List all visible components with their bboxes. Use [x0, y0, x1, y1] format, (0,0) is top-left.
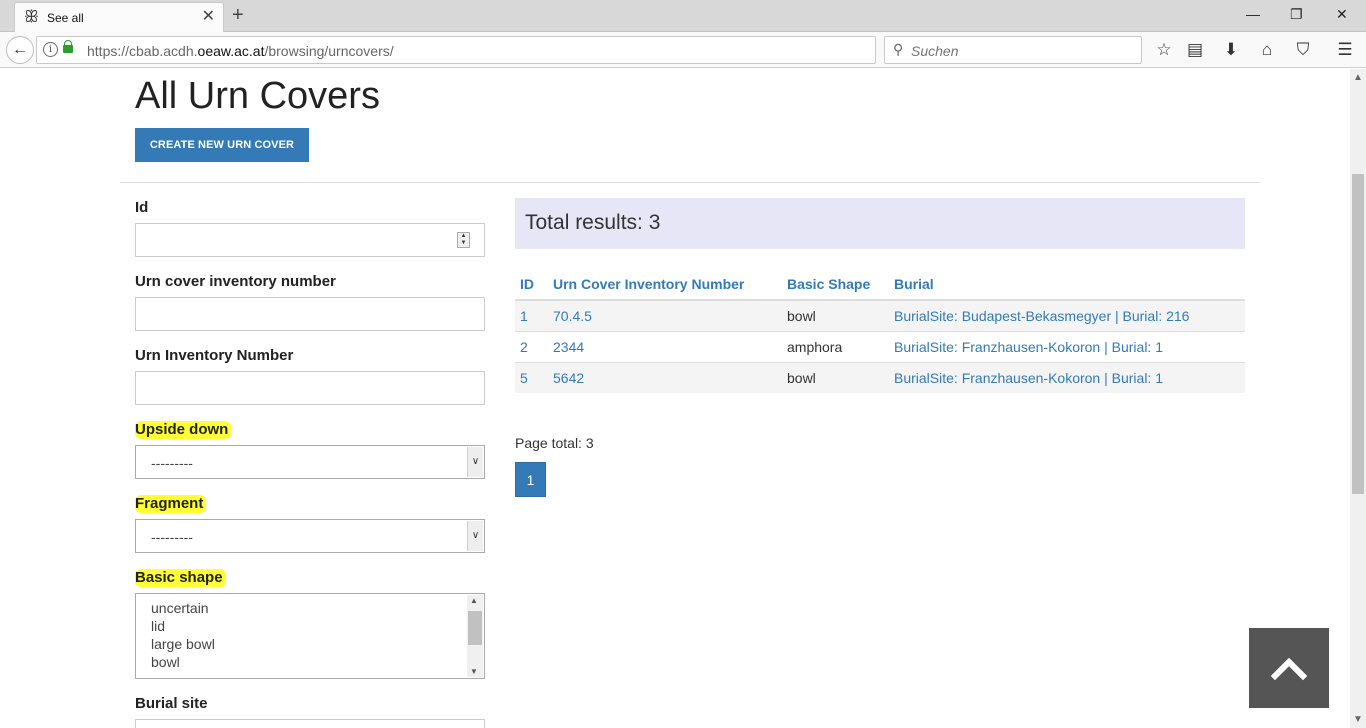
scroll-up-icon[interactable]: ▲: [1353, 72, 1363, 83]
new-tab-icon[interactable]: +: [232, 4, 244, 26]
basic-shape-option[interactable]: large bowl: [151, 636, 215, 652]
page-scroll-thumb[interactable]: [1352, 174, 1364, 494]
row-id-link[interactable]: 2: [515, 330, 548, 362]
address-bar[interactable]: i https://cbab.acdh.oeaw.ac.at/browsing/…: [36, 36, 904, 64]
upside-down-label: Upside down: [135, 421, 232, 439]
row-burial-link[interactable]: BurialSite: Franzhausen-Kokoron | Burial…: [889, 330, 1245, 362]
page-content: All Urn Covers CREATE NEW URN COVER Id ▲…: [0, 69, 1350, 728]
menu-icon[interactable]: ☰: [1333, 38, 1357, 62]
urn-inventory-label: Urn Inventory Number: [135, 347, 294, 364]
pocket-icon[interactable]: ⛉: [1291, 38, 1315, 62]
row-basic-shape: bowl: [782, 299, 889, 331]
urn-cover-inventory-input[interactable]: [135, 297, 485, 331]
urn-inventory-input[interactable]: [135, 371, 485, 405]
bookmark-star-icon[interactable]: ☆: [1152, 38, 1176, 62]
chevron-down-icon: ∨: [467, 447, 483, 477]
browser-tab[interactable]: ꕥ See all ✕: [14, 2, 224, 32]
page-scrollbar[interactable]: ▲ ▼: [1350, 69, 1366, 728]
table-row: 5 5642 bowl BurialSite: Franzhausen-Koko…: [515, 361, 1245, 393]
row-id-link[interactable]: 1: [515, 299, 548, 331]
column-header-id[interactable]: ID: [515, 268, 548, 301]
column-header-burial[interactable]: Burial: [889, 268, 1245, 301]
burial-site-input[interactable]: [135, 719, 485, 728]
info-icon[interactable]: i: [43, 42, 58, 57]
scroll-to-top-button[interactable]: [1249, 628, 1329, 708]
page-title: All Urn Covers: [135, 75, 380, 117]
urn-cover-inventory-label: Urn cover inventory number: [135, 273, 336, 290]
number-spinner-icon[interactable]: ▲ ▼: [457, 232, 470, 248]
search-icon: ⚲: [893, 41, 904, 57]
download-icon[interactable]: ⬇: [1219, 38, 1243, 62]
column-header-inventory[interactable]: Urn Cover Inventory Number: [548, 268, 782, 301]
search-input[interactable]: [911, 42, 1131, 60]
page-total-text: Page total: 3: [515, 435, 594, 451]
row-inventory-link[interactable]: 2344: [548, 330, 782, 362]
fragment-value: ---------: [151, 529, 193, 545]
fragment-select[interactable]: --------- ∨: [135, 519, 485, 553]
pagination-page-1[interactable]: 1: [515, 462, 546, 497]
scroll-thumb[interactable]: [468, 611, 482, 645]
table-header-row: ID Urn Cover Inventory Number Basic Shap…: [515, 268, 1245, 301]
minimize-icon[interactable]: —: [1246, 4, 1260, 24]
url-text[interactable]: https://cbab.acdh.oeaw.ac.at/browsing/ur…: [87, 43, 394, 59]
chevron-up-icon: [1270, 657, 1308, 681]
fragment-label: Fragment: [135, 495, 207, 513]
lock-icon: [63, 40, 73, 53]
basic-shape-multiselect[interactable]: uncertain lid large bowl bowl ▲ ▼: [135, 593, 485, 679]
basic-shape-label: Basic shape: [135, 569, 226, 587]
id-input[interactable]: ▲ ▼: [135, 223, 485, 257]
row-basic-shape: bowl: [782, 361, 889, 393]
site-logo-icon: ꕥ: [24, 7, 39, 26]
create-urn-cover-button[interactable]: CREATE NEW URN COVER: [135, 128, 309, 162]
table-row: 2 2344 amphora BurialSite: Franzhausen-K…: [515, 330, 1245, 362]
scroll-down-icon[interactable]: ▼: [470, 667, 478, 676]
chevron-down-icon: ∨: [467, 521, 483, 551]
row-inventory-link[interactable]: 70.4.5: [548, 299, 782, 331]
back-arrow-icon[interactable]: ←: [6, 36, 34, 64]
basic-shape-option[interactable]: bowl: [151, 654, 180, 670]
multiselect-scrollbar[interactable]: ▲ ▼: [467, 595, 483, 677]
row-basic-shape: amphora: [782, 330, 889, 362]
total-results-text: Total results: 3: [525, 211, 661, 234]
browser-nav-bar: ← i https://cbab.acdh.oeaw.ac.at/browsin…: [0, 32, 1366, 68]
row-burial-link[interactable]: BurialSite: Franzhausen-Kokoron | Burial…: [889, 361, 1245, 393]
divider: [120, 182, 1260, 183]
home-icon[interactable]: ⌂: [1255, 38, 1279, 62]
column-header-basic-shape[interactable]: Basic Shape: [782, 268, 889, 301]
search-bar[interactable]: ⚲: [884, 36, 1142, 64]
browser-tab-bar: ꕥ See all ✕ + — ❐ ✕: [0, 0, 1366, 32]
total-results-panel: Total results: 3: [515, 198, 1245, 249]
reading-list-icon[interactable]: ▤: [1183, 38, 1207, 62]
scroll-down-icon[interactable]: ▼: [1353, 714, 1363, 725]
upside-down-select[interactable]: --------- ∨: [135, 445, 485, 479]
basic-shape-option[interactable]: lid: [151, 618, 165, 634]
close-tab-icon[interactable]: ✕: [202, 7, 215, 27]
row-burial-link[interactable]: BurialSite: Budapest-Bekasmegyer | Buria…: [889, 299, 1245, 331]
restore-icon[interactable]: ❐: [1290, 4, 1303, 24]
row-id-link[interactable]: 5: [515, 361, 548, 393]
id-label: Id: [135, 199, 149, 216]
tab-title: See all: [47, 11, 84, 25]
close-window-icon[interactable]: ✕: [1336, 4, 1348, 24]
scroll-up-icon[interactable]: ▲: [470, 596, 478, 605]
basic-shape-option[interactable]: uncertain: [151, 600, 209, 616]
upside-down-value: ---------: [151, 455, 193, 471]
table-row: 1 70.4.5 bowl BurialSite: Budapest-Bekas…: [515, 299, 1245, 331]
row-inventory-link[interactable]: 5642: [548, 361, 782, 393]
results-table: ID Urn Cover Inventory Number Basic Shap…: [515, 268, 1245, 393]
burial-site-label: Burial site: [135, 695, 208, 712]
